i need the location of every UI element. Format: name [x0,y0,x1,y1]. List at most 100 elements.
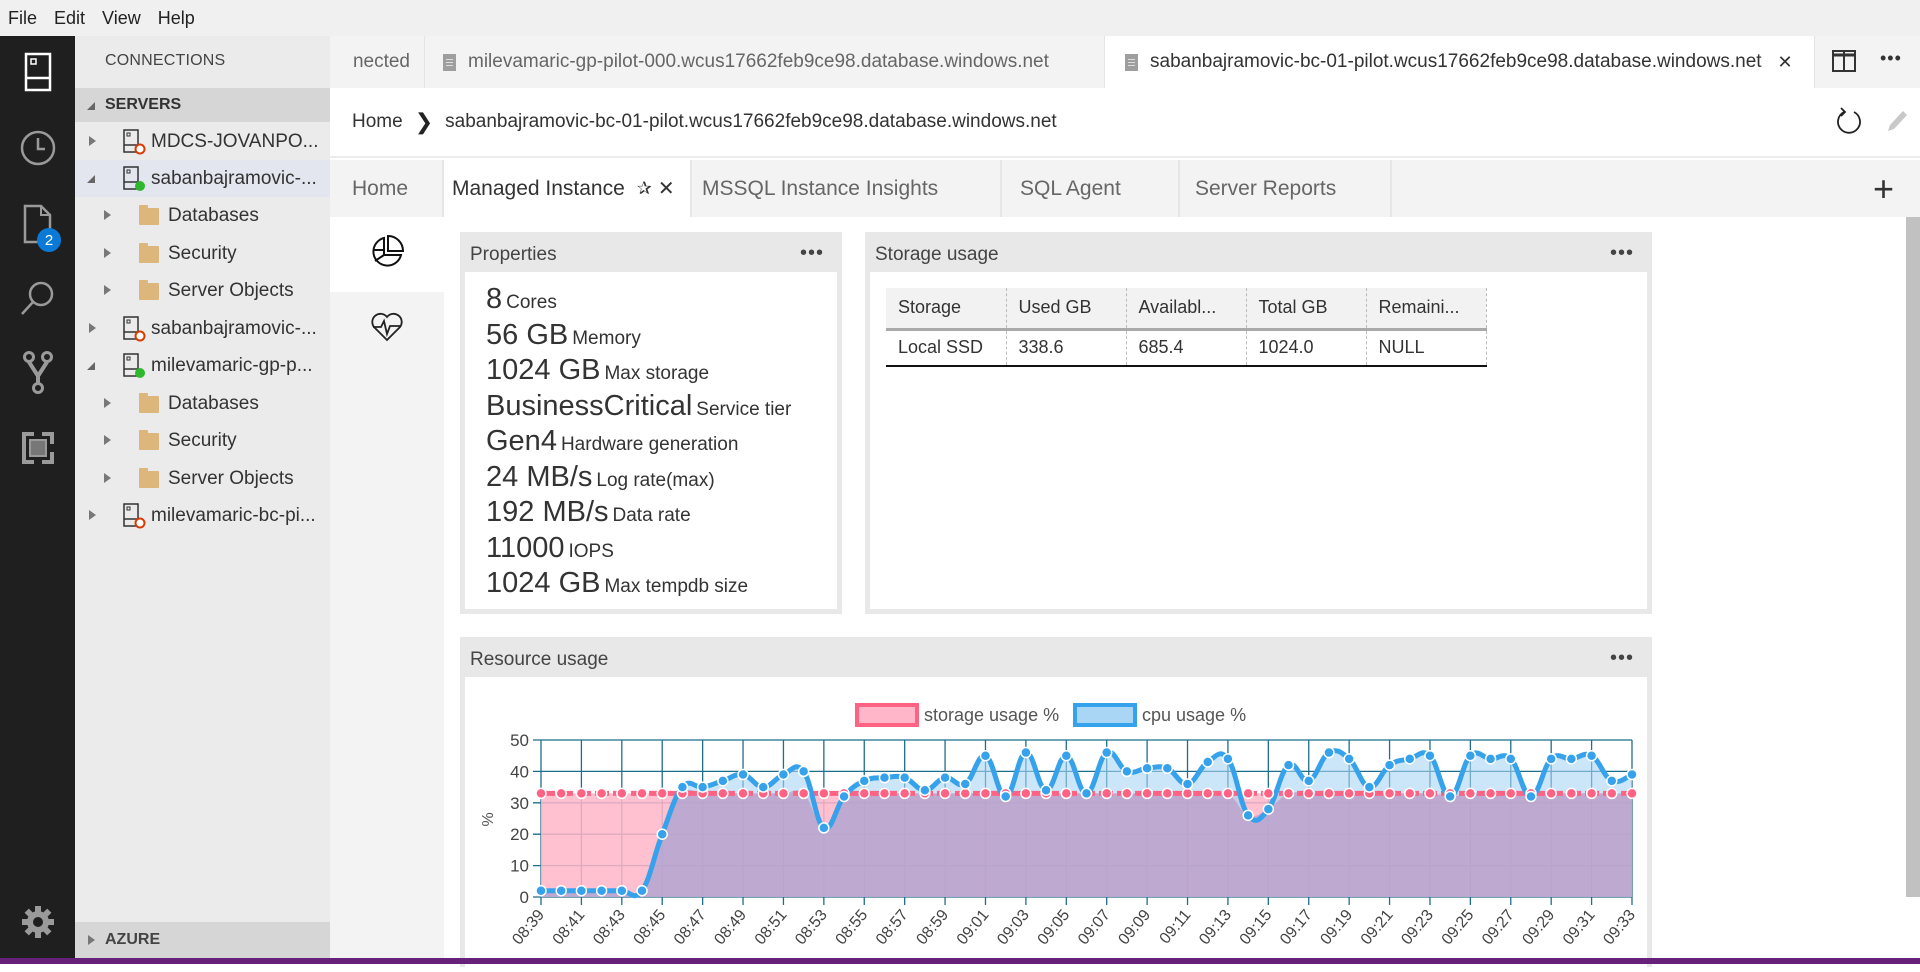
split-editor-icon[interactable] [1832,50,1856,77]
widget-menu-icon[interactable]: ••• [1610,242,1634,265]
point-cpu [1080,787,1093,800]
azure-section-header[interactable]: AZURE [75,922,330,958]
legend-label-storage: storage usage % [924,705,1059,725]
expand-icon [89,136,96,146]
point-storage [1626,787,1638,800]
point-storage [818,787,830,800]
gear-icon[interactable] [0,892,75,952]
tree-folder-item[interactable]: Security [75,422,330,459]
tree-folder-item[interactable]: Server Objects [75,460,330,497]
table-cell: 1024.0 [1246,329,1367,367]
y-tick-label: 30 [510,794,529,813]
point-cpu [1121,765,1133,778]
editor-tab-active[interactable]: sabanbajramovic-bc-01-pilot.wcus17662feb… [1105,36,1815,88]
x-tick-label: 08:39 [509,907,548,949]
column-header[interactable]: Storage [886,288,1007,331]
widget-menu-icon[interactable]: ••• [800,242,824,265]
menu-file[interactable]: File [8,8,37,29]
pin-icon[interactable]: ✰ [637,178,652,199]
tab-server-reports[interactable]: Server Reports [1180,160,1392,217]
server-disconnected-icon [123,503,146,529]
property-item: BusinessCritical Service tier [486,389,792,422]
point-storage [1484,787,1497,800]
property-item: 24 MB/s Log rate(max) [486,460,715,493]
table-row[interactable]: Local SSD 338.6 685.4 1024.0 NULL [886,329,1487,367]
tab-managed-instance[interactable]: Managed Instance ✰ ✕ [444,160,692,217]
breadcrumb-home[interactable]: Home [352,111,403,133]
point-storage [1545,787,1557,800]
storage-usage-widget: Storage usage ••• Storage Used GB Availa… [865,232,1652,614]
tree-server-item[interactable]: milevamaric-bc-pi... [75,497,330,534]
x-tick-label: 08:43 [590,907,629,949]
source-control-icon[interactable] [0,342,75,402]
expand-icon [88,935,95,945]
close-icon[interactable]: ✕ [658,176,675,201]
point-cpu [575,884,588,897]
refresh-icon[interactable] [1835,107,1863,143]
add-tab-button[interactable]: + [1873,168,1894,210]
servers-section-header[interactable]: SERVERS [75,88,330,122]
tree-folder-item[interactable]: Databases [75,385,330,422]
point-storage [1323,787,1335,800]
x-tick-label: 09:29 [1519,907,1558,949]
legend-swatch-cpu [1073,703,1137,727]
column-header[interactable]: Total GB [1246,288,1367,331]
breadcrumb-current[interactable]: sabanbajramovic-bc-01-pilot.wcus17662feb… [445,111,1057,133]
folder-icon [139,243,159,263]
nav-health[interactable] [330,292,444,367]
point-cpu [616,884,628,897]
point-storage [737,787,749,800]
menu-edit[interactable]: Edit [54,8,85,29]
tree-folder-item[interactable]: Databases [75,197,330,234]
table-cell: 685.4 [1126,329,1247,367]
point-cpu [1626,768,1638,781]
tab-home[interactable]: Home [330,160,444,217]
point-storage [1404,787,1416,800]
vertical-scrollbar[interactable] [1906,217,1920,897]
nav-overview[interactable] [330,217,444,292]
folder-icon [139,393,159,413]
point-cpu [1484,753,1497,765]
legend-swatch-storage [855,703,919,727]
tree-folder-item[interactable]: Server Objects [75,272,330,309]
menu-help[interactable]: Help [158,8,195,29]
more-actions-icon[interactable]: ••• [1880,48,1902,69]
tree-server-item[interactable]: milevamaric-gp-p... [75,347,330,384]
expand-icon [89,323,96,333]
tree-folder-item[interactable]: Security [75,235,330,272]
point-storage [858,787,871,800]
file-explorer-icon[interactable]: 2 [0,194,75,254]
tree-server-item[interactable]: MDCS-JOVANPO... [75,123,330,160]
tree-server-item[interactable]: sabanbajramovic-... [75,310,330,347]
x-tick-label: 09:11 [1157,907,1195,948]
pie-chart-icon [370,234,405,274]
folder-icon [139,468,159,488]
point-cpu [555,884,567,897]
editor-tab[interactable]: milevamaric-gp-pilot-000.wcus17662feb9ce… [425,36,1105,88]
column-header[interactable]: Remaini... [1366,288,1487,331]
expand-icon [104,435,111,445]
extensions-icon[interactable] [0,418,75,478]
history-clock-icon[interactable] [0,118,75,178]
editor-tab[interactable]: nected [330,36,425,88]
tree-server-item[interactable]: sabanbajramovic-... [75,160,330,197]
edit-pencil-icon[interactable] [1885,108,1909,140]
point-storage [898,787,911,800]
search-icon[interactable] [0,268,75,328]
widget-menu-icon[interactable]: ••• [1610,647,1634,670]
servers-icon[interactable] [0,42,75,102]
x-tick-label: 09:03 [994,907,1033,949]
column-header[interactable]: Availabl... [1126,288,1247,331]
menu-view[interactable]: View [102,8,141,29]
tab-sql-agent[interactable]: SQL Agent [1002,160,1180,217]
point-storage [1343,787,1355,800]
point-cpu [1141,762,1153,775]
point-storage [979,787,992,800]
point-cpu [1100,746,1113,759]
editor-tab-bar: nected milevamaric-gp-pilot-000.wcus1766… [330,36,1920,88]
table-cell: Local SSD [886,329,1007,367]
expand-icon [89,510,96,520]
column-header[interactable]: Used GB [1006,288,1127,331]
tab-mssql-instance-insights[interactable]: MSSQL Instance Insights [692,160,1002,217]
close-tab-icon[interactable]: ✕ [1778,52,1793,73]
